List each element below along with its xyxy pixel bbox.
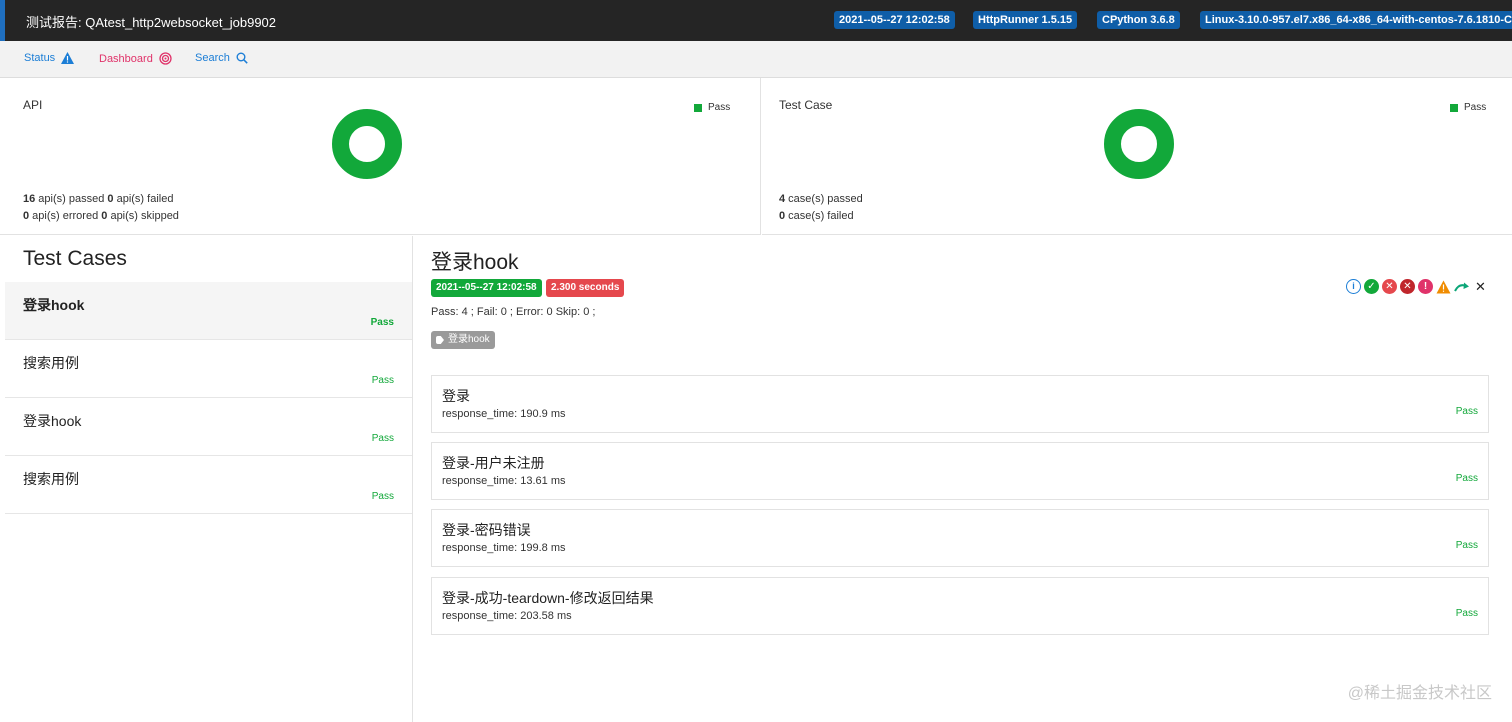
step-response-time: response_time: 199.8 ms — [442, 542, 566, 554]
nav-status-label: Status — [24, 52, 56, 64]
list-item[interactable]: 登录hook Pass — [5, 398, 412, 456]
case-name: 搜索用例 — [23, 355, 79, 371]
nav-status[interactable]: Status — [24, 52, 75, 64]
info-icon[interactable]: i — [1346, 279, 1361, 294]
case-status: Pass — [370, 317, 394, 328]
top-bar: 测试报告: QAtest_http2websocket_job9902 2021… — [0, 0, 1512, 41]
step-response-time: response_time: 203.58 ms — [442, 610, 572, 622]
step-status: Pass — [1455, 406, 1478, 417]
warning-icon[interactable] — [1436, 280, 1451, 294]
api-stats: 16 api(s) passed 0 api(s) failed 0 api(s… — [23, 191, 179, 225]
api-passed-count: 16 — [23, 193, 36, 205]
testcase-legend: Pass — [1450, 102, 1486, 113]
result-counts: Pass: 4 ; Fail: 0 ; Error: 0 Skip: 0 ; — [431, 306, 596, 318]
watermark: @稀土掘金技术社区 — [1347, 685, 1492, 702]
testcase-summary-label: Test Case — [779, 98, 833, 112]
warning-icon — [61, 52, 75, 64]
case-name: 登录hook — [23, 413, 82, 429]
legend-swatch — [694, 103, 702, 112]
duration-badge: 2.300 seconds — [546, 279, 625, 297]
httprunner-version-badge: HttpRunner 1.5.15 — [973, 11, 1078, 29]
api-donut-chart — [332, 109, 402, 179]
platform-badge: Linux-3.10.0-957.el7.x86_64-x86_64-with-… — [1200, 11, 1512, 29]
step-name: 登录 — [442, 388, 470, 404]
case-status: Pass — [371, 491, 394, 502]
case-name: 搜索用例 — [23, 471, 79, 487]
fail-icon[interactable]: ✕ — [1382, 279, 1397, 294]
step-name: 登录-用户未注册 — [442, 455, 545, 471]
api-errored-text: api(s) errored — [29, 210, 102, 222]
api-legend: Pass — [694, 102, 730, 113]
step-status: Pass — [1455, 540, 1478, 551]
step-response-time: response_time: 13.61 ms — [442, 475, 566, 487]
case-tag[interactable]: 登录hook — [431, 331, 495, 349]
case-status: Pass — [371, 375, 394, 386]
close-icon[interactable]: ✕ — [1473, 279, 1488, 294]
skip-icon[interactable]: ! — [1418, 279, 1433, 294]
tag-icon — [436, 336, 444, 344]
case-detail-panel: 登录hook 2021--05--27 12:02:58 2.300 secon… — [414, 236, 1512, 722]
legend-swatch — [1450, 103, 1458, 112]
python-version-badge: CPython 3.6.8 — [1097, 11, 1180, 29]
report-title: 测试报告: QAtest_http2websocket_job9902 — [26, 15, 277, 30]
nav-search-label: Search — [195, 52, 230, 64]
api-legend-label: Pass — [708, 102, 731, 113]
case-passed-text: case(s) passed — [785, 193, 863, 205]
case-failed-text: case(s) failed — [785, 210, 854, 222]
testcase-summary-panel: Test Case Pass 4 case(s) passed 0 case(s… — [762, 78, 1512, 235]
testcase-donut-chart — [1104, 109, 1174, 179]
nav-dashboard[interactable]: Dashboard — [99, 52, 172, 65]
list-item[interactable]: 搜索用例 Pass — [5, 340, 412, 398]
api-skipped-text: api(s) skipped — [107, 210, 179, 222]
nav-search[interactable]: Search — [195, 52, 248, 64]
timestamp-badge: 2021--05--27 12:02:58 — [834, 11, 955, 29]
api-passed-text: api(s) passed — [35, 193, 108, 205]
testcase-stats: 4 case(s) passed 0 case(s) failed — [779, 191, 863, 225]
step-response-time: response_time: 190.9 ms — [442, 408, 566, 420]
step-status: Pass — [1455, 473, 1478, 484]
error-icon[interactable]: ✕ — [1400, 279, 1415, 294]
step-row[interactable]: 登录-用户未注册 response_time: 13.61 ms Pass — [431, 442, 1489, 500]
list-item[interactable]: 搜索用例 Pass — [5, 456, 412, 514]
api-summary-label: API — [23, 98, 43, 112]
step-row[interactable]: 登录-成功-teardown-修改返回结果 response_time: 203… — [431, 577, 1489, 635]
case-name: 登录hook — [23, 297, 85, 313]
step-row[interactable]: 登录 response_time: 190.9 ms Pass — [431, 375, 1489, 433]
api-failed-text: api(s) failed — [113, 193, 174, 205]
target-icon — [159, 52, 172, 65]
test-cases-heading: Test Cases — [23, 247, 127, 270]
step-name: 登录-成功-teardown-修改返回结果 — [442, 590, 654, 606]
case-detail-title: 登录hook — [431, 251, 519, 274]
step-name: 登录-密码错误 — [442, 522, 531, 538]
step-status: Pass — [1455, 608, 1478, 619]
nav-dashboard-label: Dashboard — [99, 52, 153, 65]
case-status: Pass — [371, 433, 394, 444]
step-row[interactable]: 登录-密码错误 response_time: 199.8 ms Pass — [431, 509, 1489, 567]
case-tag-label: 登录hook — [448, 334, 490, 345]
api-summary-panel: API Pass 16 api(s) passed 0 api(s) faile… — [0, 78, 761, 235]
rerun-icon[interactable] — [1454, 280, 1470, 294]
list-item[interactable]: 登录hook Pass — [5, 282, 412, 340]
run-timestamp-badge: 2021--05--27 12:02:58 — [431, 279, 542, 297]
pass-icon[interactable]: ✓ — [1364, 279, 1379, 294]
result-filter-icons: i ✓ ✕ ✕ ! ✕ — [1346, 279, 1488, 294]
test-case-list: Test Cases 登录hook Pass 搜索用例 Pass 登录hook … — [5, 236, 413, 722]
nav-bar: Status Dashboard Search — [0, 41, 1512, 78]
testcase-legend-label: Pass — [1464, 102, 1487, 113]
search-icon — [236, 52, 248, 64]
